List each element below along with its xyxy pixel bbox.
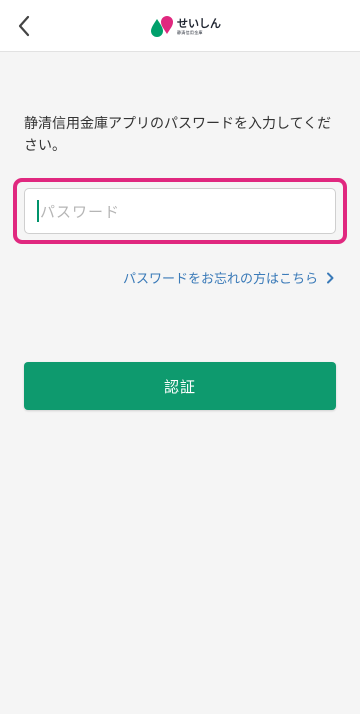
text-caret (37, 200, 39, 222)
password-prompt: 静清信用金庫アプリのパスワードを入力してください。 (24, 116, 332, 154)
password-input[interactable]: パスワード (24, 188, 336, 234)
chevron-right-icon (326, 272, 334, 284)
forgot-password-label: パスワードをお忘れの方はこちら (122, 272, 318, 287)
app-screen: せいしん 静清信用金庫 静清信用金庫アプリのパスワードを入力してください。 パス… (0, 0, 360, 714)
authenticate-button[interactable]: 認証 (24, 362, 336, 410)
forgot-password-link[interactable]: パスワードをお忘れの方はこちら (123, 268, 334, 287)
shinkin-logo: せいしん 静清信用金庫 (150, 13, 221, 39)
authenticate-button-label: 認証 (163, 377, 196, 396)
logo-subtext: 静清信用金庫 (177, 29, 203, 35)
logo-drops-icon (151, 16, 173, 37)
back-button[interactable] (6, 8, 42, 44)
header: せいしん 静清信用金庫 (0, 0, 360, 52)
chevron-left-icon (18, 15, 30, 37)
logo-text: せいしん (177, 16, 221, 30)
password-placeholder: パスワード (40, 202, 121, 221)
